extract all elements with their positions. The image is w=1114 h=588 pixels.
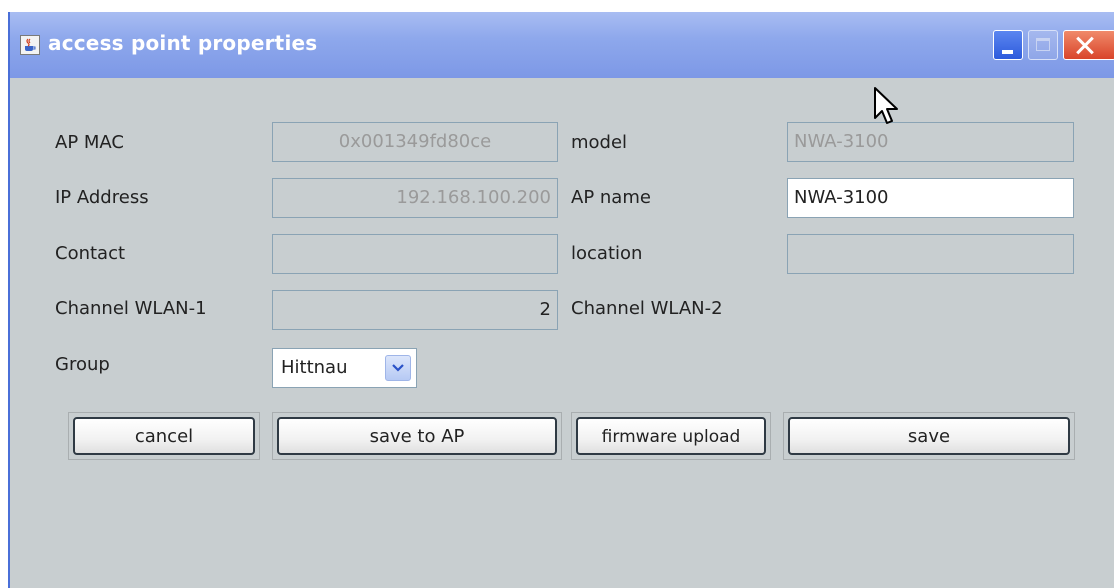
- group-label: Group: [55, 354, 110, 375]
- title-bar[interactable]: access point properties: [10, 12, 1114, 78]
- contact-field[interactable]: [272, 234, 558, 274]
- chevron-down-icon[interactable]: [385, 355, 411, 381]
- ip-address-field: 192.168.100.200: [272, 178, 558, 218]
- firmware-upload-button-frame: firmware upload: [571, 412, 771, 460]
- close-icon[interactable]: [1063, 30, 1114, 60]
- minimize-icon[interactable]: [993, 30, 1023, 60]
- ap-name-label: AP name: [571, 187, 651, 208]
- cancel-button[interactable]: cancel: [73, 417, 255, 455]
- properties-window: access point properties AP MAC 0x001349f…: [8, 12, 1114, 588]
- firmware-upload-button[interactable]: firmware upload: [576, 417, 766, 455]
- ip-address-label: IP Address: [55, 187, 149, 208]
- cancel-button-frame: cancel: [68, 412, 260, 460]
- ap-mac-label: AP MAC: [55, 132, 124, 153]
- contact-label: Contact: [55, 243, 126, 264]
- location-label: location: [571, 243, 643, 264]
- location-field[interactable]: [787, 234, 1074, 274]
- ap-mac-field: 0x001349fd80ce: [272, 122, 558, 162]
- group-selected-value: Hittnau: [281, 357, 348, 378]
- channel-wlan1-label: Channel WLAN-1: [55, 298, 207, 319]
- save-to-ap-button-frame: save to AP: [272, 412, 562, 460]
- ap-name-field[interactable]: NWA-3100: [787, 178, 1074, 218]
- mouse-cursor-icon: [874, 87, 898, 124]
- model-field: NWA-3100: [787, 122, 1074, 162]
- save-to-ap-button[interactable]: save to AP: [277, 417, 557, 455]
- model-label: model: [571, 132, 628, 153]
- save-button-frame: save: [783, 412, 1075, 460]
- group-select[interactable]: Hittnau: [272, 348, 417, 388]
- channel-wlan2-label: Channel WLAN-2: [571, 298, 723, 319]
- maximize-icon[interactable]: [1028, 30, 1058, 60]
- save-button[interactable]: save: [788, 417, 1070, 455]
- window-title: access point properties: [48, 31, 318, 55]
- java-cup-icon: [20, 35, 40, 55]
- channel-wlan1-field[interactable]: 2: [272, 290, 558, 330]
